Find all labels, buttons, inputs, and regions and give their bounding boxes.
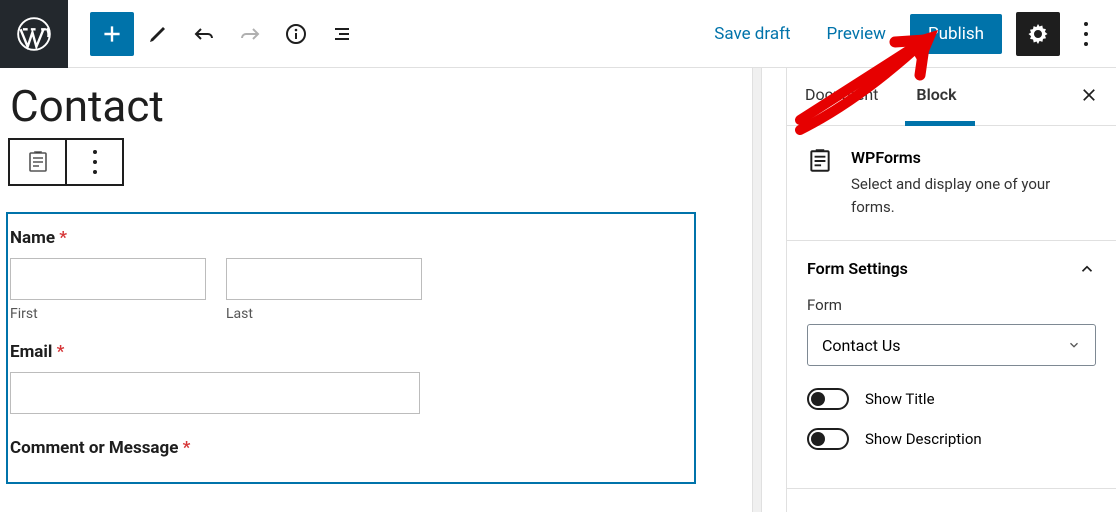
required-indicator: * xyxy=(57,342,65,362)
first-name-input[interactable] xyxy=(10,258,206,300)
sidebar-tabs: Document Block xyxy=(787,68,1116,126)
block-info-panel: WPForms Select and display one of your f… xyxy=(787,126,1116,241)
redo-icon[interactable] xyxy=(228,12,272,56)
block-info-description: Select and display one of your forms. xyxy=(851,173,1096,218)
preview-button[interactable]: Preview xyxy=(813,16,900,52)
settings-sidebar: Document Block WPForms Select and displa… xyxy=(786,68,1116,512)
close-icon xyxy=(1080,86,1098,104)
show-title-label: Show Title xyxy=(865,390,935,408)
save-draft-button[interactable]: Save draft xyxy=(700,16,804,52)
email-field-label: Email * xyxy=(10,342,692,362)
wordpress-logo[interactable] xyxy=(0,0,68,68)
block-toolbar xyxy=(8,138,124,186)
page-title[interactable]: Contact xyxy=(6,80,780,132)
block-info-title: WPForms xyxy=(851,148,1096,167)
close-panel-button[interactable] xyxy=(1080,85,1098,109)
email-input[interactable] xyxy=(10,372,420,414)
name-field-label: Name * xyxy=(10,228,692,248)
editor-main: Contact Name * First Last xyxy=(0,68,1116,512)
wpforms-block[interactable]: Name * First Last Email * Comment or Mes… xyxy=(6,212,696,484)
block-more-button[interactable] xyxy=(67,140,122,184)
first-sublabel: First xyxy=(10,306,206,322)
edit-icon[interactable] xyxy=(136,12,180,56)
required-indicator: * xyxy=(59,228,67,248)
undo-icon[interactable] xyxy=(182,12,226,56)
info-icon[interactable] xyxy=(274,12,318,56)
settings-button[interactable] xyxy=(1016,12,1060,56)
tab-block[interactable]: Block xyxy=(916,85,956,108)
tab-document[interactable]: Document xyxy=(805,85,878,108)
comment-field-label: Comment or Message * xyxy=(10,438,692,458)
show-description-label: Show Description xyxy=(865,430,982,448)
chevron-up-icon xyxy=(1078,260,1096,278)
last-name-input[interactable] xyxy=(226,258,422,300)
sidebar-resize-handle[interactable] xyxy=(752,68,762,512)
gear-icon xyxy=(1026,22,1050,46)
wpforms-icon xyxy=(807,148,833,218)
tab-underline xyxy=(905,121,975,126)
form-settings-toggle[interactable]: Form Settings xyxy=(787,241,1116,296)
editor-canvas[interactable]: Contact Name * First Last xyxy=(0,68,786,512)
outline-icon[interactable] xyxy=(320,12,364,56)
editor-topbar: Save draft Preview Publish xyxy=(0,0,1116,68)
more-options-button[interactable] xyxy=(1068,12,1104,56)
form-settings-panel: Form Settings Form Contact Us Show Title… xyxy=(787,241,1116,489)
block-type-icon[interactable] xyxy=(10,140,67,184)
add-block-button[interactable] xyxy=(90,12,134,56)
form-icon xyxy=(26,150,50,174)
last-sublabel: Last xyxy=(226,306,422,322)
form-select-label: Form xyxy=(807,296,1096,314)
publish-button[interactable]: Publish xyxy=(910,14,1002,54)
show-title-toggle[interactable] xyxy=(807,388,849,410)
show-description-toggle[interactable] xyxy=(807,428,849,450)
required-indicator: * xyxy=(183,438,191,458)
form-select[interactable]: Contact Us xyxy=(807,324,1096,366)
chevron-down-icon xyxy=(1067,338,1081,352)
